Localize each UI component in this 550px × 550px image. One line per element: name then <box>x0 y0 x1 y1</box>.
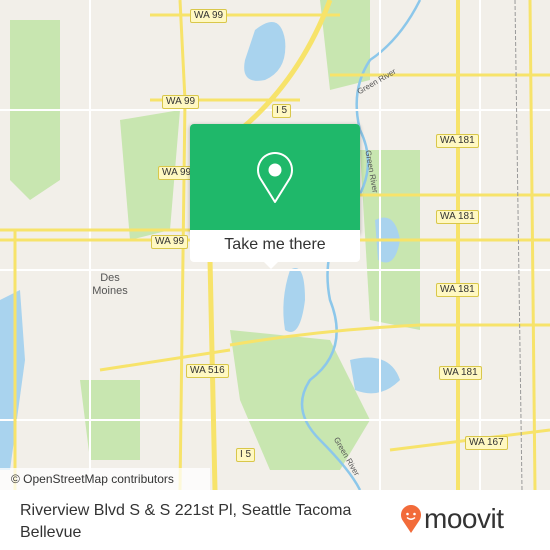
road-shield: WA 181 <box>436 210 479 224</box>
road-shield: WA 99 <box>151 235 189 249</box>
popup-pointer <box>263 261 279 269</box>
road-shield: WA 181 <box>439 366 482 380</box>
destination-popup <box>190 124 360 235</box>
road-shield: WA 99 <box>162 95 200 109</box>
moovit-logo[interactable]: moovit <box>400 503 504 535</box>
road-shield: WA 167 <box>465 436 508 450</box>
road-shield: WA 181 <box>436 283 479 297</box>
map-pin-icon <box>257 152 293 203</box>
popup-header <box>190 124 360 230</box>
map-attribution[interactable]: © OpenStreetMap contributors <box>0 468 210 490</box>
moovit-pin-icon <box>401 505 421 533</box>
take-me-there-button[interactable]: Take me there <box>190 230 360 262</box>
road-shield: I 5 <box>272 104 292 118</box>
logo-text: moovit <box>424 503 504 534</box>
address-text: Riverview Blvd S & S 221st Pl, Seattle T… <box>20 502 352 541</box>
road-shield: WA 99 <box>190 9 228 23</box>
road-shield: WA 516 <box>186 364 229 378</box>
place-label: Des Moines <box>92 272 128 297</box>
road-shield: WA 181 <box>436 134 479 148</box>
road-shield: I 5 <box>236 448 256 462</box>
